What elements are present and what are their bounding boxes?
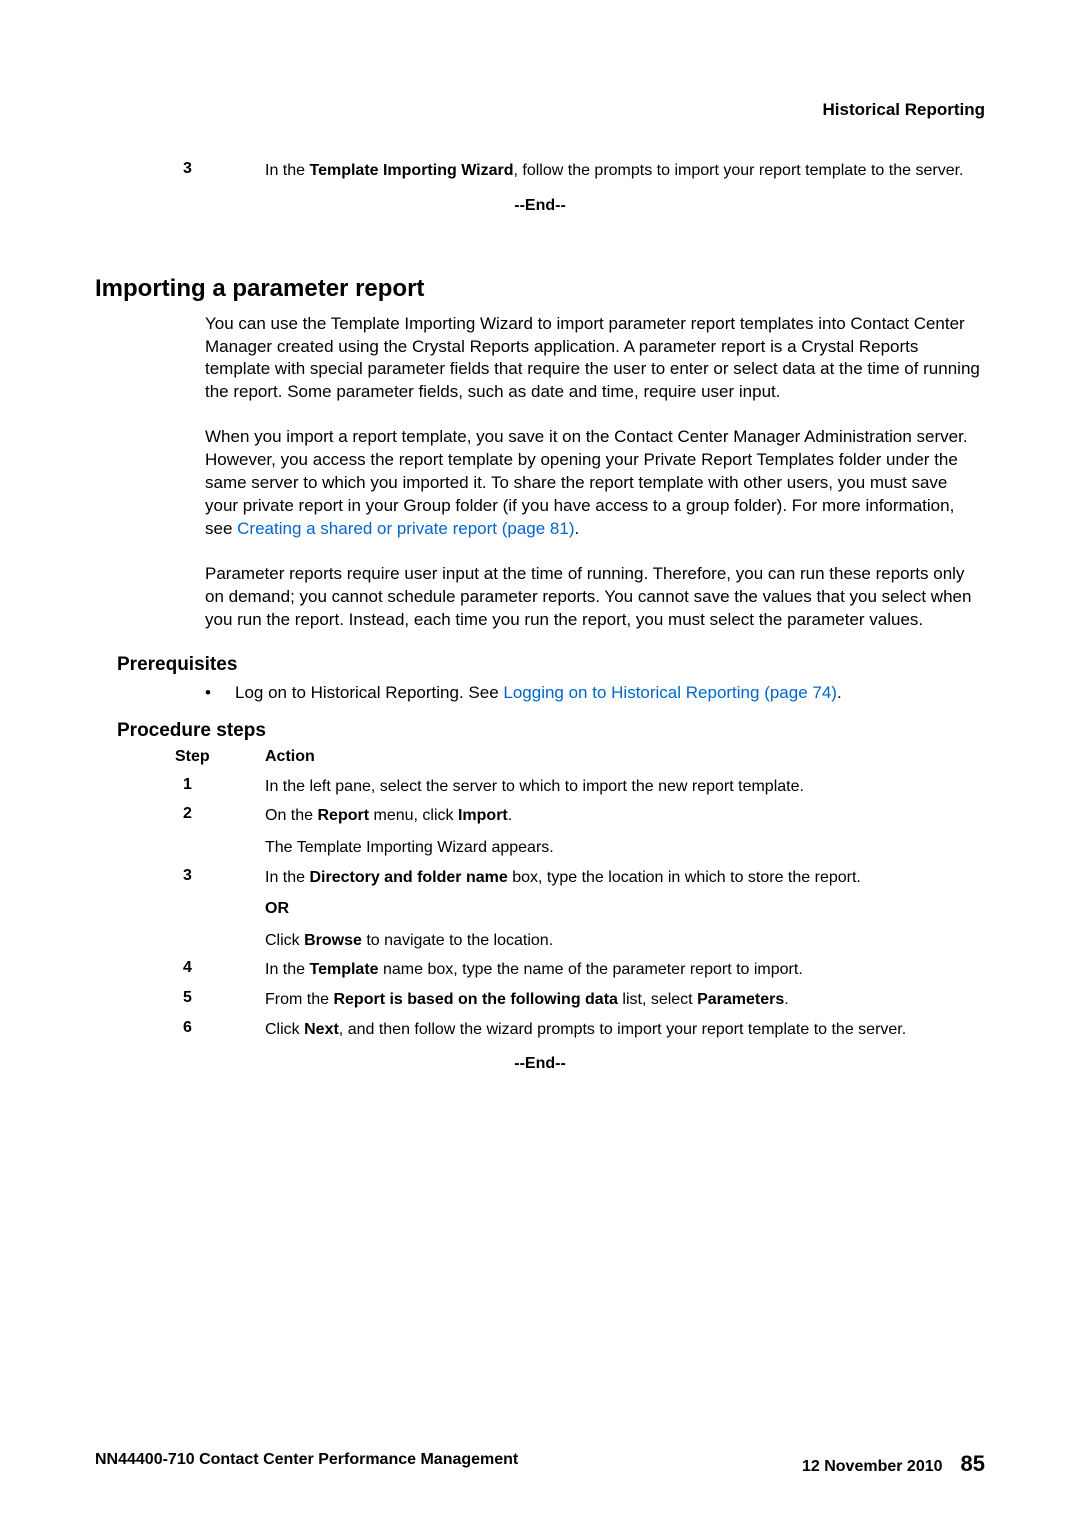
text: .: [575, 519, 580, 538]
list-name: Report is based on the following data: [333, 991, 617, 1008]
button-name: Browse: [304, 932, 362, 949]
text: Click: [265, 932, 304, 949]
text: Log on to Historical Reporting. See: [235, 683, 503, 702]
text: In the: [265, 869, 309, 886]
step-5: 5 From the Report is based on the follow…: [95, 989, 985, 1011]
page-footer: NN44400-710 Contact Center Performance M…: [95, 1451, 985, 1477]
text: In the: [265, 961, 309, 978]
button-name: Next: [304, 1021, 339, 1038]
paragraph-3: Parameter reports require user input at …: [205, 563, 985, 632]
step-number: 3: [95, 867, 265, 952]
step-action: Click Next, and then follow the wizard p…: [265, 1019, 985, 1041]
text: to navigate to the location.: [362, 932, 553, 949]
prerequisite-bullet: • Log on to Historical Reporting. See Lo…: [205, 682, 985, 705]
link-creating-shared-report[interactable]: Creating a shared or private report (pag…: [237, 519, 574, 538]
bullet-text: Log on to Historical Reporting. See Logg…: [235, 682, 842, 705]
step-4: 4 In the Template name box, type the nam…: [95, 959, 985, 981]
step-action: In the left pane, select the server to w…: [265, 776, 985, 798]
wizard-name: Template Importing Wizard: [309, 162, 513, 179]
text: .: [784, 991, 788, 1008]
sub-text: Click Browse to navigate to the location…: [265, 930, 985, 952]
text: Click: [265, 1021, 304, 1038]
step-1: 1 In the left pane, select the server to…: [95, 776, 985, 798]
paragraph-2: When you import a report template, you s…: [205, 426, 985, 541]
step-number: 4: [95, 959, 265, 981]
text: menu, click: [369, 807, 458, 824]
step-action-text: In the Template Importing Wizard, follow…: [265, 160, 985, 182]
text: box, type the location in which to store…: [508, 869, 861, 886]
field-name: Directory and folder name: [309, 869, 507, 886]
text: .: [508, 807, 512, 824]
page-header-section: Historical Reporting: [95, 100, 985, 120]
step-number: 2: [95, 805, 265, 858]
col-step: Step: [95, 748, 265, 766]
field-name: Template: [309, 961, 378, 978]
procedure-steps-heading: Procedure steps: [117, 720, 985, 742]
text: , and then follow the wizard prompts to …: [339, 1021, 906, 1038]
step-action: In the Template name box, type the name …: [265, 959, 985, 981]
text: name box, type the name of the parameter…: [379, 961, 803, 978]
link-logging-on[interactable]: Logging on to Historical Reporting (page…: [503, 683, 837, 702]
end-marker: --End--: [95, 197, 985, 215]
step-number: 1: [95, 776, 265, 798]
footer-doc-id: NN44400-710 Contact Center Performance M…: [95, 1451, 518, 1477]
end-marker: --End--: [95, 1055, 985, 1073]
step-action: On the Report menu, click Import. The Te…: [265, 805, 985, 858]
section-heading: Importing a parameter report: [95, 275, 985, 303]
option-name: Parameters: [697, 991, 784, 1008]
text: , follow the prompts to import your repo…: [514, 162, 964, 179]
step-number: 3: [95, 160, 265, 182]
text: On the: [265, 807, 317, 824]
step-2: 2 On the Report menu, click Import. The …: [95, 805, 985, 858]
action-name: Import: [458, 807, 508, 824]
step-action: From the Report is based on the followin…: [265, 989, 985, 1011]
footer-date: 12 November 2010: [802, 1458, 943, 1476]
step-6: 6 Click Next, and then follow the wizard…: [95, 1019, 985, 1041]
paragraph-1: You can use the Template Importing Wizar…: [205, 313, 985, 405]
col-action: Action: [265, 748, 985, 766]
menu-name: Report: [317, 807, 369, 824]
footer-right: 12 November 2010 85: [802, 1451, 985, 1477]
text: .: [837, 683, 842, 702]
top-step-3: 3 In the Template Importing Wizard, foll…: [95, 160, 985, 182]
text: list, select: [618, 991, 697, 1008]
step-action: In the Directory and folder name box, ty…: [265, 867, 985, 952]
sub-text: The Template Importing Wizard appears.: [265, 837, 985, 859]
procedure-columns: Step Action: [95, 748, 985, 766]
page-number: 85: [961, 1451, 985, 1477]
bullet-dot: •: [205, 682, 235, 705]
text: In the: [265, 162, 309, 179]
step-number: 6: [95, 1019, 265, 1041]
text: From the: [265, 991, 333, 1008]
step-number: 5: [95, 989, 265, 1011]
step-3: 3 In the Directory and folder name box, …: [95, 867, 985, 952]
prerequisites-heading: Prerequisites: [117, 654, 985, 676]
or-label: OR: [265, 898, 985, 920]
